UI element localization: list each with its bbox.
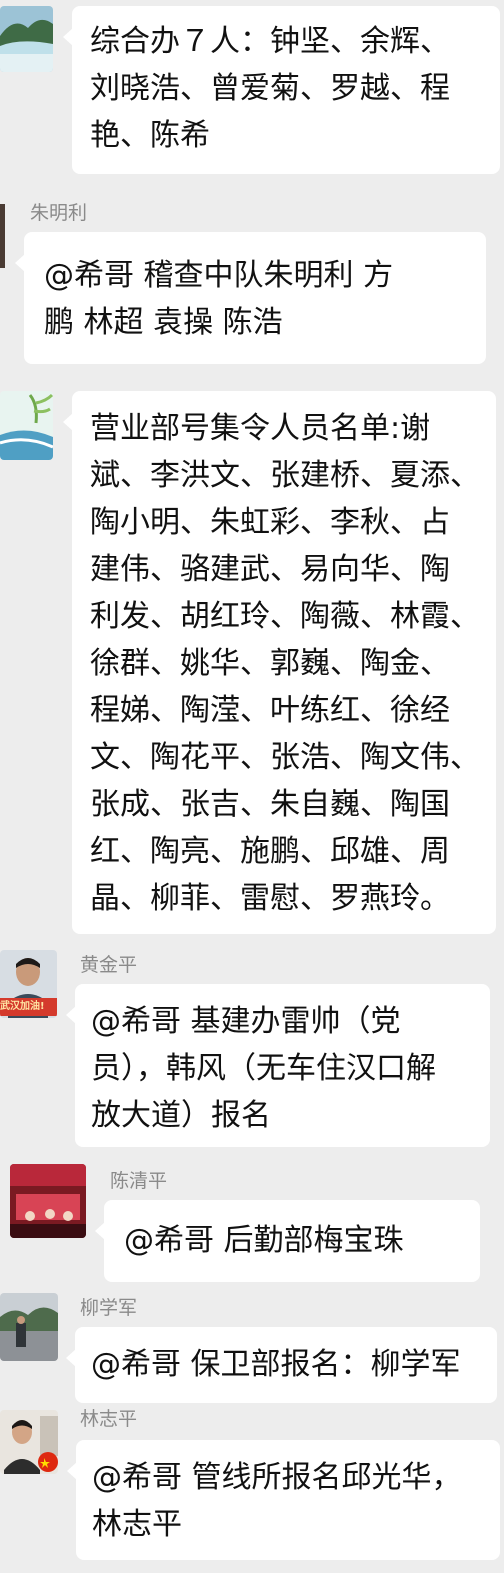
- message-3-avatar[interactable]: [0, 391, 53, 460]
- street-avatar-icon: [0, 1293, 58, 1361]
- message-5-sender: 陈清平: [110, 1170, 168, 1192]
- wuhan-jiayou-label: 武汉加油!: [0, 1001, 45, 1012]
- message-6-sender: 柳学军: [80, 1297, 138, 1319]
- message-7-sender: 林志平: [80, 1408, 138, 1430]
- message-7-bubble[interactable]: @希哥 管线所报名邱光华， 林志平: [67, 1440, 500, 1560]
- bamboo-water-avatar-icon: [0, 391, 53, 460]
- stage-avatar-icon: [10, 1164, 86, 1238]
- message-7-avatar[interactable]: [0, 1410, 58, 1474]
- message-5-avatar[interactable]: [10, 1164, 86, 1238]
- message-1-bubble[interactable]: 综合办７人：钟坚、余辉、 刘晓浩、曾爱菊、罗越、程 艳、陈希: [63, 6, 500, 174]
- message-2-bubble[interactable]: @希哥 稽查中队朱明利 方 鹏 林超 袁操 陈浩: [15, 232, 486, 364]
- message-1-avatar[interactable]: [0, 6, 53, 72]
- person-avatar-icon: [0, 204, 5, 268]
- message-2-avatar[interactable]: [0, 204, 5, 268]
- message-2-sender: 朱明利: [30, 202, 88, 224]
- selfie-flag-avatar-icon: [0, 1410, 58, 1474]
- message-5-bubble[interactable]: @希哥 后勤部梅宝珠: [95, 1200, 480, 1282]
- message-6-avatar[interactable]: [0, 1293, 58, 1361]
- message-4-avatar[interactable]: 武汉加油!: [0, 950, 57, 1018]
- message-3-bubble[interactable]: 营业部号集令人员名单:谢 斌、李洪文、张建桥、夏添、 陶小明、朱虹彩、李秋、占 …: [63, 391, 496, 934]
- landscape-avatar-icon: [0, 6, 53, 72]
- message-4-bubble[interactable]: @希哥 基建办雷帅（党 员），韩风（无车住汉口解 放大道）报名: [66, 984, 490, 1147]
- message-6-bubble[interactable]: @希哥 保卫部报名：柳学军: [66, 1327, 497, 1403]
- message-4-sender: 黄金平: [80, 954, 138, 976]
